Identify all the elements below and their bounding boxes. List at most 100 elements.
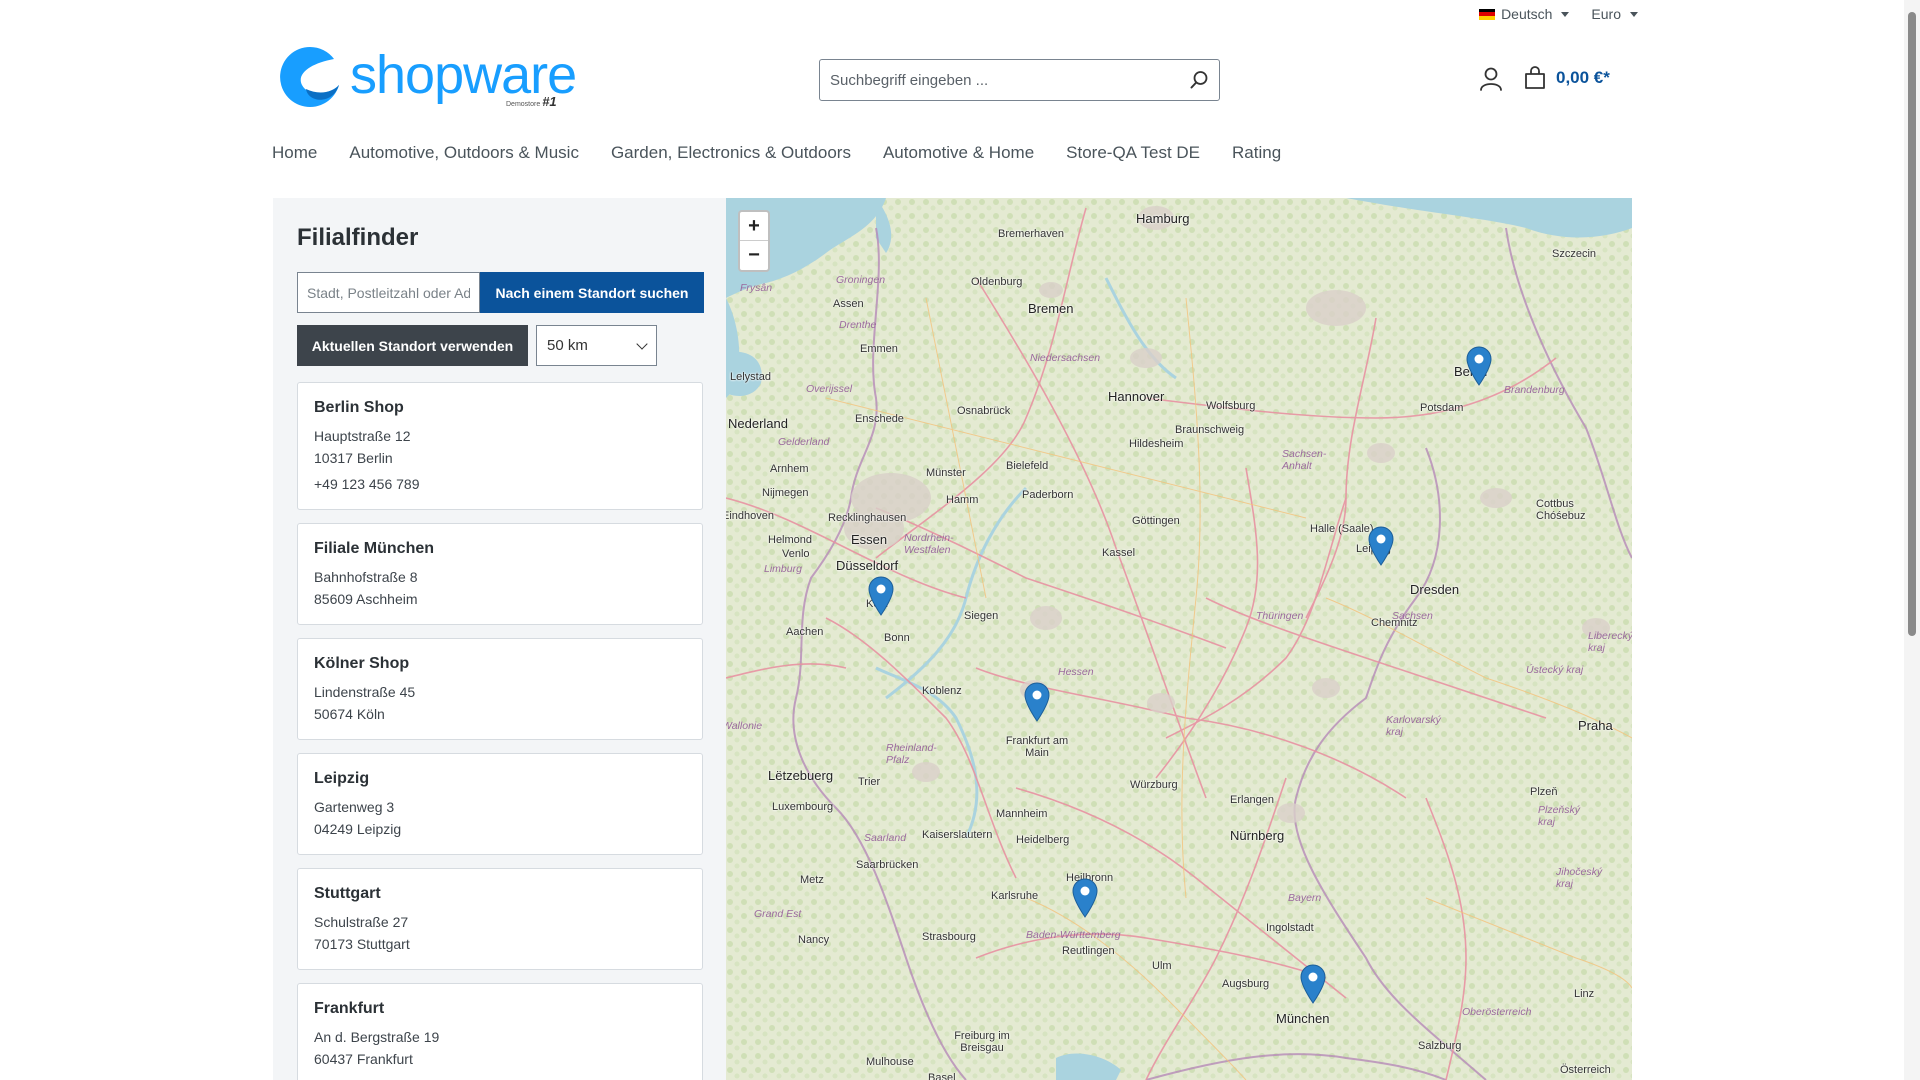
- map-label: Karlovarský kraj: [1386, 714, 1441, 738]
- use-current-location-button[interactable]: Aktuellen Standort verwenden: [297, 325, 528, 366]
- store-street: An d. Bergstraße 19: [314, 1029, 440, 1045]
- map-label: Osnabrück: [957, 405, 1011, 417]
- map-zoom-control: + −: [738, 210, 770, 272]
- map-label: Limburg: [764, 563, 802, 575]
- map-label: Luxembourg: [772, 801, 834, 813]
- page-scrollbar[interactable]: [1904, 0, 1920, 1080]
- account-icon[interactable]: [1479, 66, 1503, 92]
- scrollbar-thumb[interactable]: [1908, 12, 1916, 636]
- map-label: Saarland: [864, 832, 907, 844]
- map-label: Mulhouse: [866, 1056, 914, 1068]
- location-input[interactable]: [297, 272, 480, 313]
- store-card-muenchen[interactable]: Filiale München Bahnhofstraße 8 85609 As…: [297, 523, 703, 625]
- map-label: Kassel: [1102, 547, 1136, 559]
- store-card-stuttgart[interactable]: Stuttgart Schulstraße 27 70173 Stuttgart: [297, 868, 703, 970]
- map-label: Sachsen-Anhalt: [1282, 448, 1327, 472]
- map-label: Emmen: [860, 343, 898, 355]
- map-label: Hamburg: [1136, 211, 1190, 226]
- map-label: Braunschweig: [1175, 424, 1245, 436]
- map-label: Cottbus Chóśebuz: [1536, 498, 1586, 522]
- language-label: Deutsch: [1501, 6, 1553, 22]
- store-street: Schulstraße 27: [314, 914, 409, 930]
- map-label: Lelystad: [730, 371, 771, 383]
- map-label: Rheinland-Pfalz: [886, 742, 937, 766]
- store-street: Hauptstraße 12: [314, 428, 411, 444]
- nav-item-garden-electronics-outdoors[interactable]: Garden, Electronics & Outdoors: [611, 143, 851, 163]
- map-label: Szczecin: [1552, 248, 1597, 260]
- map-marker-muenchen[interactable]: [1300, 964, 1326, 1004]
- nav-item-home[interactable]: Home: [272, 143, 317, 163]
- map-label: Ulm: [1152, 960, 1172, 972]
- store-card-frankfurt[interactable]: Frankfurt An d. Bergstraße 19 60437 Fran…: [297, 983, 703, 1080]
- map-label: Potsdam: [1420, 402, 1464, 414]
- store-name: Kölner Shop: [314, 655, 410, 672]
- zoom-in-button[interactable]: +: [740, 212, 768, 241]
- map-label: Saarbrücken: [856, 859, 919, 871]
- zoom-out-button[interactable]: −: [740, 241, 768, 270]
- currency-selector[interactable]: Euro: [1591, 6, 1638, 22]
- map-label: Wolfsburg: [1206, 400, 1256, 412]
- map-label: Basel: [928, 1072, 956, 1080]
- map-label: Reutlingen: [1062, 945, 1115, 957]
- radius-select[interactable]: 50 km: [536, 325, 657, 366]
- map-label: Nancy: [798, 934, 830, 946]
- map-label: Sachsen: [1392, 610, 1433, 622]
- map-label: Paderborn: [1022, 489, 1074, 501]
- nav-item-rating[interactable]: Rating: [1232, 143, 1281, 163]
- nav-item-automotive-outdoors-music[interactable]: Automotive, Outdoors & Music: [349, 143, 579, 163]
- map-label: Thüringen: [1256, 610, 1304, 622]
- caret-down-icon: [1561, 11, 1570, 17]
- map-label: Frysân: [740, 282, 773, 294]
- nav-item-automotive-home[interactable]: Automotive & Home: [883, 143, 1034, 163]
- map-label: Kaiserslautern: [922, 829, 993, 841]
- store-finder-title: Filialfinder: [297, 224, 419, 251]
- store-map[interactable]: + − Hamburg Bremerhaven Oldenburg Bremen…: [726, 198, 1632, 1080]
- map-marker-berlin[interactable]: [1466, 346, 1492, 386]
- currency-label: Euro: [1591, 6, 1621, 22]
- search-icon[interactable]: [1189, 70, 1209, 90]
- map-marker-frankfurt[interactable]: [1024, 682, 1050, 722]
- store-name: Berlin Shop: [314, 399, 404, 416]
- map-label: Heidelberg: [1016, 834, 1070, 846]
- map-label: Praha: [1578, 718, 1613, 733]
- map-label: Hessen: [1058, 666, 1094, 678]
- german-flag-icon: [1479, 8, 1496, 20]
- map-label: Grand Est: [754, 908, 802, 920]
- map-label: Nordrhein-Westfalen: [904, 532, 954, 556]
- map-label: Overijssel: [806, 383, 853, 395]
- shop-logo[interactable]: shopware Demostore #1: [278, 42, 578, 112]
- search-location-button[interactable]: Nach einem Standort suchen: [480, 272, 704, 313]
- map-label: Mannheim: [996, 808, 1048, 820]
- map-label: Linz: [1574, 988, 1595, 1000]
- map-marker-koeln[interactable]: [868, 576, 894, 616]
- map-label: Essen: [851, 532, 888, 547]
- map-label: Salzburg: [1418, 1040, 1462, 1052]
- search-input[interactable]: [830, 71, 1189, 89]
- caret-down-icon: [1630, 11, 1638, 17]
- store-card-leipzig[interactable]: Leipzig Gartenweg 3 04249 Leipzig: [297, 753, 703, 855]
- nav-item-store-qa-test[interactable]: Store-QA Test DE: [1066, 143, 1200, 163]
- language-selector[interactable]: Deutsch: [1479, 6, 1570, 22]
- chevron-down-icon: [636, 337, 648, 350]
- store-name: Stuttgart: [314, 885, 381, 902]
- map-label: Freiburg im Breisgau: [954, 1030, 1010, 1054]
- map-label: Bremen: [1028, 301, 1074, 316]
- map-label: Karlsruhe: [991, 890, 1039, 902]
- map-label: Arnhem: [770, 463, 809, 475]
- store-card-koeln[interactable]: Kölner Shop Lindenstraße 45 50674 Köln: [297, 638, 703, 740]
- map-marker-leipzig[interactable]: [1368, 526, 1394, 566]
- map-label: Metz: [800, 874, 824, 886]
- cart-button[interactable]: 0,00 €*: [1524, 66, 1610, 90]
- store-street: Lindenstraße 45: [314, 684, 416, 700]
- map-label: Baden-Württemberg: [1026, 929, 1121, 941]
- map-label: München: [1276, 1011, 1330, 1026]
- map-label: Hildesheim: [1129, 438, 1184, 450]
- map-label: Erlangen: [1230, 794, 1275, 806]
- map-label: Plzeňský kraj: [1538, 804, 1581, 828]
- store-card-berlin[interactable]: Berlin Shop Hauptstraße 12 10317 Berlin …: [297, 382, 703, 510]
- map-marker-stuttgart[interactable]: [1072, 878, 1098, 918]
- map-label: Göttingen: [1132, 515, 1180, 527]
- map-label: Hamm: [946, 494, 979, 506]
- map-label: Halle (Saale): [1310, 523, 1374, 535]
- store-list: Berlin Shop Hauptstraße 12 10317 Berlin …: [297, 382, 703, 1080]
